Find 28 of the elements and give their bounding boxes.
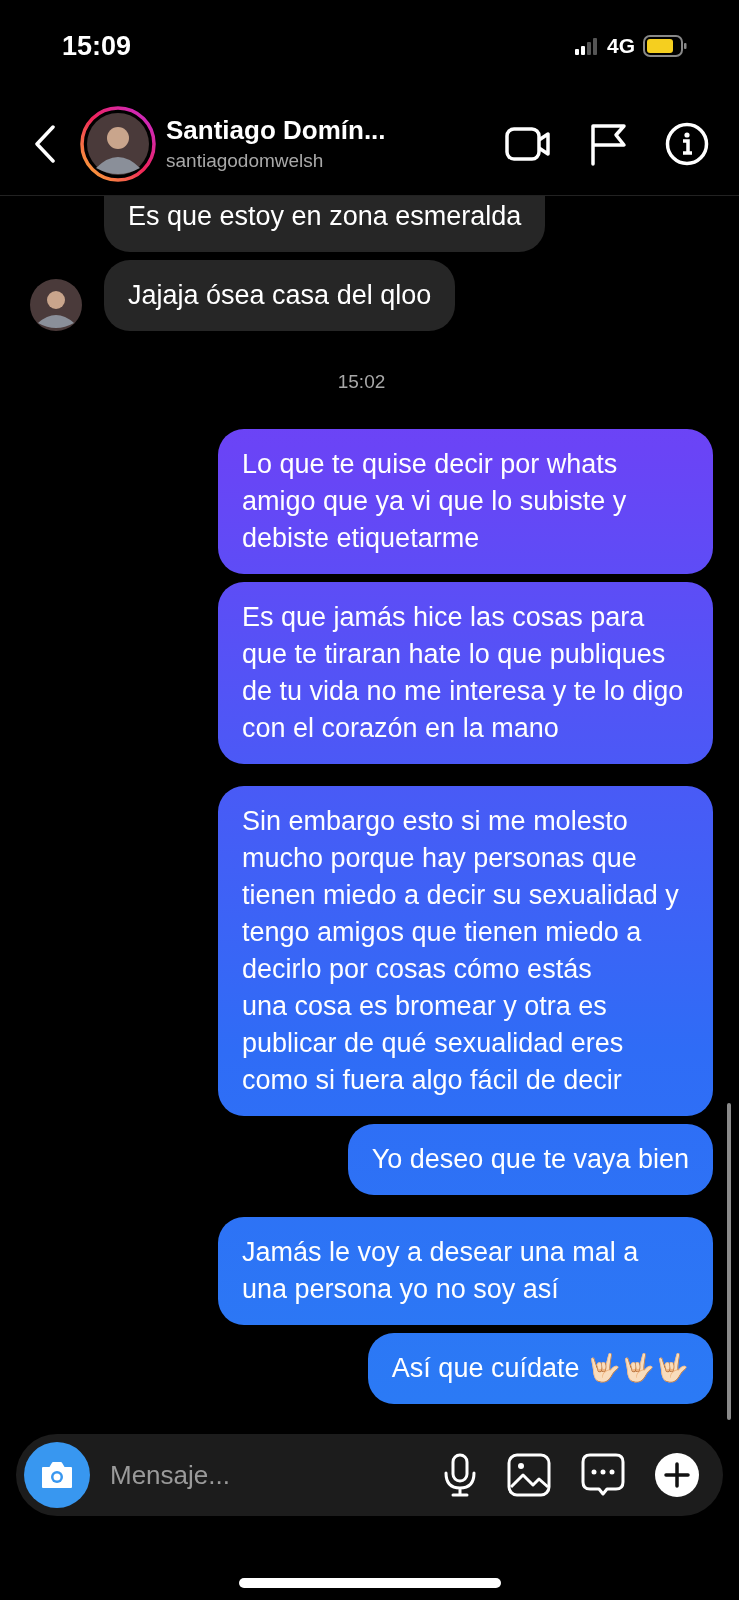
avatar[interactable] — [30, 279, 82, 331]
camera-icon — [40, 1461, 74, 1489]
message-input[interactable]: Mensaje... — [108, 1458, 413, 1492]
network-label: 4G — [607, 34, 635, 58]
signal-icon — [575, 37, 599, 55]
message-bubble: Es que jamás hice las cosas para que te tiraran hate lo que publiques de tu vida no me interesa y te lo digo con el corazón en la mano — [218, 582, 713, 764]
flag-icon[interactable] — [589, 121, 627, 166]
message-bubble: Así que cuídate 🤟🏻🤟🏻🤟🏻 — [367, 1333, 713, 1404]
message-bubble: Jajaja ósea casa del qloo — [104, 260, 456, 331]
timestamp: 15:02 — [337, 371, 386, 393]
video-call-icon[interactable] — [505, 124, 551, 163]
battery-icon — [643, 35, 687, 57]
camera-button[interactable] — [24, 1442, 90, 1508]
avatar[interactable] — [80, 105, 156, 182]
contact-name[interactable]: Santiago Domín... — [166, 115, 505, 146]
message-bubble: Sin embargo esto si me molesto mucho porque hay personas que tienen miedo a decir su sexualidad y tengo amigos que tienen miedo a decirlo por cosas cómo estás una cosa es bromear y otra es publicar de qué sexualidad eres como si fuera algo fácil de decir — [218, 786, 713, 1116]
message-bubble: Jamás le voy a desear una mal a una persona yo no soy así — [218, 1217, 713, 1325]
message-bubble: Es que estoy en zona esmeralda — [104, 196, 546, 252]
status-time: 15:09 — [62, 30, 132, 62]
back-icon[interactable] — [34, 124, 56, 163]
contact-username: santiagodomwelsh — [166, 150, 325, 172]
sticker-chat-icon[interactable] — [581, 1453, 625, 1497]
info-icon[interactable] — [665, 121, 709, 166]
add-icon[interactable] — [655, 1453, 699, 1497]
microphone-icon[interactable] — [443, 1453, 477, 1497]
message-bubble: Yo deseo que te vaya bien — [347, 1124, 713, 1195]
image-icon[interactable] — [507, 1453, 551, 1497]
message-bubble: Lo que te quise decir por whats amigo que ya vi que lo subiste y debiste etiquetarme — [218, 429, 713, 574]
